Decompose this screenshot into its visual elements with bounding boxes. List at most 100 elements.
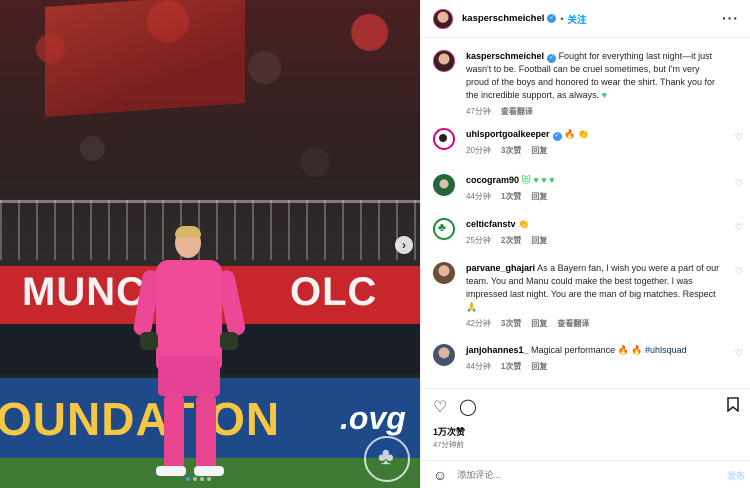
see-translation-link[interactable]: 查看翻译 xyxy=(557,318,589,329)
post-side-panel: kasperschmeichel ✓ • 关注 ··· kasperschmei… xyxy=(420,0,750,488)
more-horizontal-icon[interactable]: ··· xyxy=(722,10,739,26)
player-boot-left xyxy=(156,466,186,476)
caption: kasperschmeichel ✓ Fought for everything … xyxy=(433,50,743,117)
action-bar: ♡ ◯ 1万次赞 47分钟前 xyxy=(421,388,750,458)
comment-text: Magical performance xyxy=(531,345,616,355)
comment-username[interactable]: celticfanstv xyxy=(466,219,516,229)
comment-likes[interactable]: 1次赞 xyxy=(501,191,521,202)
comment-item: uhlsportgoalkeeper ✓ 🔥 👏 20分钟 3次赞 回复 ♡ xyxy=(433,128,743,156)
avatar[interactable] xyxy=(433,218,455,240)
comment-username[interactable]: uhlsportgoalkeeper xyxy=(466,129,550,139)
player-leg-left xyxy=(164,394,184,470)
comment-likes[interactable]: 1次赞 xyxy=(501,361,521,372)
instagram-post: MUNC OLC OUNDATION .ovg › xyxy=(0,0,750,488)
comment-likes[interactable]: 3次赞 xyxy=(501,145,521,156)
comment-emoji: 😻 ♥ ♥ ♥ xyxy=(521,175,555,185)
add-comment-bar: ☺ 发布 xyxy=(421,460,750,488)
comment-username[interactable]: cocogram90 xyxy=(466,175,519,185)
reply-button[interactable]: 回复 xyxy=(531,318,547,329)
comment-body: uhlsportgoalkeeper ✓ 🔥 👏 xyxy=(466,128,725,141)
comment-like-heart-icon[interactable]: ♡ xyxy=(735,222,743,233)
comment-icon[interactable]: ◯ xyxy=(459,397,477,417)
comment-meta: 44分钟 1次赞 回复 xyxy=(466,191,743,202)
carousel-dot xyxy=(193,477,197,481)
comment-time[interactable]: 42分钟 xyxy=(466,318,491,329)
avatar[interactable] xyxy=(433,50,455,72)
reply-button[interactable]: 回复 xyxy=(531,235,547,246)
avatar[interactable] xyxy=(433,174,455,196)
player-jersey xyxy=(156,260,222,370)
comment-body: celticfanstv 👏 xyxy=(466,218,725,231)
comment-item: parvane_ghajari As a Bayern fan, I wish … xyxy=(433,262,743,329)
author-username[interactable]: kasperschmeichel xyxy=(462,13,544,24)
player-leg-right xyxy=(196,394,216,470)
player-glove-right xyxy=(220,332,238,350)
see-translation-link[interactable]: 查看翻译 xyxy=(501,106,533,117)
caption-body: kasperschmeichel ✓ Fought for everything … xyxy=(466,50,725,102)
comment-emoji: 🔥 🔥 xyxy=(617,345,643,355)
comment-item: celticfanstv 👏 25分钟 2次赞 回复 ♡ xyxy=(433,218,743,246)
comment-likes[interactable]: 2次赞 xyxy=(501,235,521,246)
comment-username[interactable]: parvane_ghajari xyxy=(466,263,535,273)
comment-likes[interactable]: 3次赞 xyxy=(501,318,521,329)
carousel-dot xyxy=(186,477,190,481)
comment-input[interactable] xyxy=(457,469,678,480)
crowd-flag xyxy=(45,0,245,117)
comment-body: janjohannes1_ Magical performance 🔥 🔥 #u… xyxy=(466,344,725,357)
led-board-text-right: .ovg xyxy=(340,400,406,436)
comment-like-heart-icon[interactable]: ♡ xyxy=(735,132,743,143)
carousel-dot xyxy=(207,477,211,481)
comment-time[interactable]: 44分钟 xyxy=(466,191,491,202)
verified-badge-icon: ✓ xyxy=(552,132,562,141)
caption-username[interactable]: kasperschmeichel xyxy=(466,51,544,61)
player-hair xyxy=(175,226,201,238)
carousel-dot xyxy=(200,477,204,481)
post-photo[interactable]: MUNC OLC OUNDATION .ovg › xyxy=(0,0,420,488)
comment-body: cocogram90 😻 ♥ ♥ ♥ xyxy=(466,174,725,187)
comments-list[interactable]: kasperschmeichel ✓ Fought for everything … xyxy=(421,40,750,388)
comment-item: cocogram90 😻 ♥ ♥ ♥ 44分钟 1次赞 回复 ♡ xyxy=(433,174,743,202)
reply-button[interactable]: 回复 xyxy=(531,191,547,202)
player-glove-left xyxy=(140,332,158,350)
player-boot-right xyxy=(194,466,224,476)
avatar[interactable] xyxy=(433,344,455,366)
goalkeeper-figure xyxy=(132,226,247,478)
comment-emoji: 🙏 xyxy=(466,302,478,312)
smile-icon[interactable]: ☺ xyxy=(433,467,447,483)
post-header: kasperschmeichel ✓ • 关注 ··· xyxy=(421,0,750,38)
club-crest-watermark xyxy=(364,436,410,482)
comment-time[interactable]: 20分钟 xyxy=(466,145,491,156)
green-heart-icon: ♥ xyxy=(601,90,607,100)
comment-meta: 44分钟 1次赞 回复 xyxy=(466,361,743,372)
follow-button[interactable]: 关注 xyxy=(568,12,587,26)
comment-time[interactable]: 44分钟 xyxy=(466,361,491,372)
banner-text-right: OLC xyxy=(290,270,378,314)
comment-like-heart-icon[interactable]: ♡ xyxy=(735,266,743,277)
avatar[interactable] xyxy=(433,128,455,150)
carousel-dots xyxy=(186,477,211,481)
avatar[interactable] xyxy=(433,8,453,29)
bookmark-icon[interactable] xyxy=(727,397,739,417)
verified-badge-icon: ✓ xyxy=(547,54,557,63)
likes-count[interactable]: 1万次赞 xyxy=(433,425,465,438)
comment-meta: 20分钟 3次赞 回复 xyxy=(466,145,743,156)
post-time: 47分钟前 xyxy=(433,440,464,449)
heart-icon[interactable]: ♡ xyxy=(433,397,447,417)
caption-time[interactable]: 47分钟 xyxy=(466,106,491,117)
caption-meta: 47分钟 查看翻译 xyxy=(466,106,743,117)
comment-time[interactable]: 25分钟 xyxy=(466,235,491,246)
avatar[interactable] xyxy=(433,262,455,284)
comment-meta: 25分钟 2次赞 回复 xyxy=(466,235,743,246)
comment-like-heart-icon[interactable]: ♡ xyxy=(735,348,743,359)
hashtag-link[interactable]: #uhlsquad xyxy=(645,345,687,355)
verified-badge-icon: ✓ xyxy=(547,14,557,23)
comment-username[interactable]: janjohannes1_ xyxy=(466,345,529,355)
post-comment-button[interactable]: 发布 xyxy=(727,469,745,482)
reply-button[interactable]: 回复 xyxy=(531,361,547,372)
reply-button[interactable]: 回复 xyxy=(531,145,547,156)
comment-body: parvane_ghajari As a Bayern fan, I wish … xyxy=(466,262,725,314)
comment-like-heart-icon[interactable]: ♡ xyxy=(735,178,743,189)
chevron-right-icon[interactable]: › xyxy=(395,236,413,254)
comment-emoji: 👏 xyxy=(518,219,530,229)
banner-text-left: MUNC xyxy=(22,270,146,314)
